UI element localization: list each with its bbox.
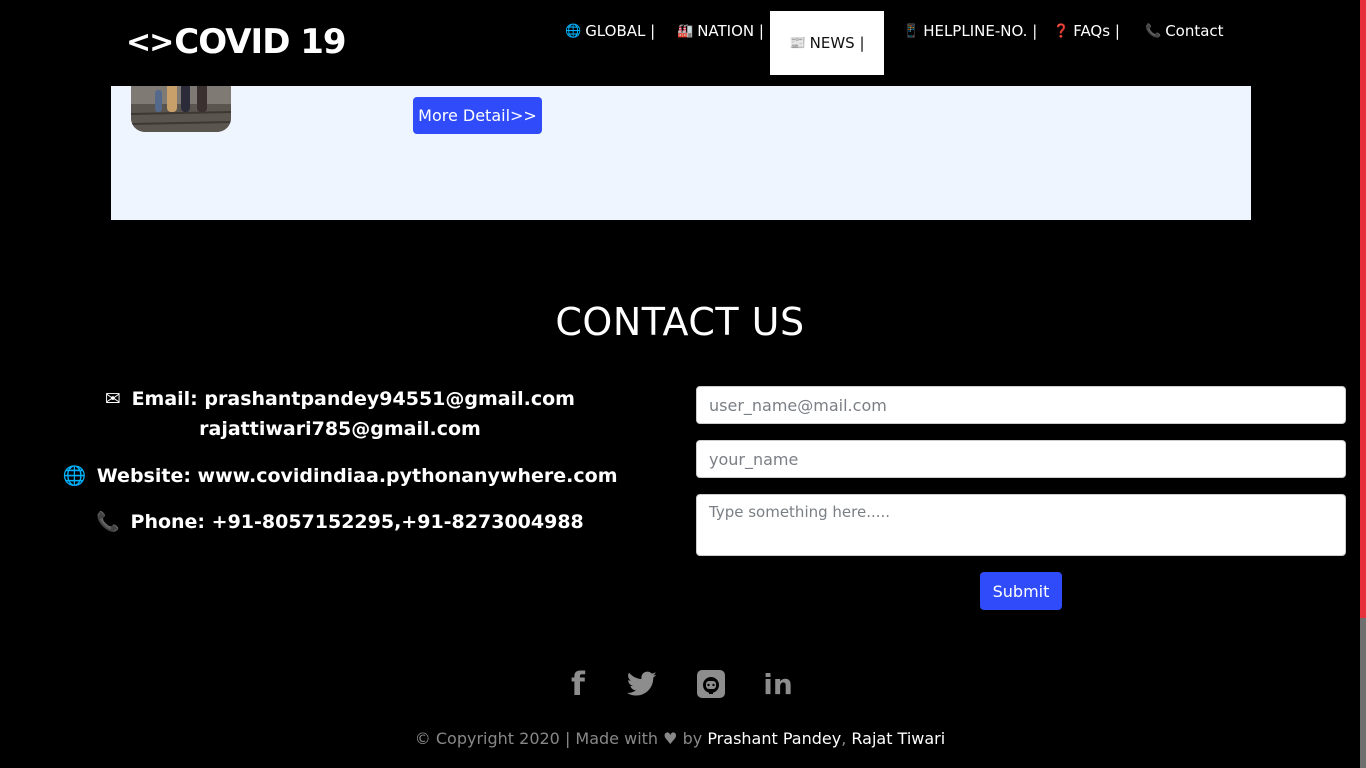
newspaper-icon: 📰 — [789, 35, 806, 51]
nav-label: HELPLINE-NO. | — [923, 22, 1038, 40]
website-info: 🌐 Website: www.covidindiaa.pythonanywher… — [40, 464, 640, 487]
nav-item-contact[interactable]: 📞 Contact — [1145, 20, 1224, 42]
author-link-rajat[interactable]: Rajat Tiwari — [851, 729, 945, 748]
phone-icon: 📞 — [96, 511, 120, 533]
website-text: Website: www.covidindiaa.pythonanywhere.… — [96, 465, 618, 487]
phone-text: Phone: +91-8057152295,+91-8273004988 — [130, 511, 584, 533]
navbar: <> COVID 19 🌐 GLOBAL | 🏭 NATION | 📰 NEWS… — [0, 0, 1360, 86]
news-card: More Detail>> — [111, 74, 1251, 220]
by-text: by — [682, 729, 703, 748]
phone-info: 📞 Phone: +91-8057152295,+91-8273004988 — [40, 510, 640, 533]
nav-label: NEWS | — [809, 34, 865, 52]
brand-title: COVID 19 — [174, 22, 346, 62]
contact-title: CONTACT US — [555, 300, 805, 344]
facebook-icon[interactable]: f — [566, 665, 590, 703]
heart-icon: ♥ — [663, 729, 678, 748]
nav-item-nation[interactable]: 🏭 NATION | — [677, 20, 764, 42]
nav-item-news[interactable]: 📰 NEWS | — [770, 11, 884, 75]
email-field[interactable] — [696, 386, 1346, 424]
globe-icon: 🌐 — [62, 465, 87, 487]
brand-logo[interactable]: <> COVID 19 — [126, 18, 347, 66]
code-icon: <> — [126, 24, 174, 60]
nav-label: NATION | — [697, 22, 764, 40]
nav-item-faqs[interactable]: ❓ FAQs | — [1053, 20, 1120, 42]
name-field[interactable] — [696, 440, 1346, 478]
author-separator: , — [841, 729, 847, 748]
twitter-icon[interactable] — [626, 666, 658, 702]
mobile-icon: 📱 — [903, 23, 920, 39]
submit-button[interactable]: Submit — [980, 572, 1062, 610]
footer-copyright: © Copyright 2020 | Made with ♥ by Prasha… — [0, 729, 1360, 748]
linkedin-icon[interactable]: in — [762, 666, 794, 702]
nav-item-global[interactable]: 🌐 GLOBAL | — [565, 20, 655, 42]
email-secondary: rajattiwari785@gmail.com — [199, 418, 481, 440]
industry-icon: 🏭 — [677, 23, 694, 39]
nav-item-helpline[interactable]: 📱 HELPLINE-NO. | — [903, 20, 1037, 42]
scrollbar-thumb[interactable] — [1360, 618, 1366, 768]
globe-icon: 🌐 — [565, 23, 582, 39]
more-detail-button[interactable]: More Detail>> — [413, 97, 542, 134]
message-field[interactable] — [696, 494, 1346, 556]
nav-label: FAQs | — [1073, 22, 1120, 40]
github-icon[interactable] — [696, 666, 726, 702]
nav-label: GLOBAL | — [585, 22, 656, 40]
email-text: Email: prashantpandey94551@gmail.com — [131, 388, 575, 410]
phone-icon: 📞 — [1145, 23, 1162, 39]
author-link-prashant[interactable]: Prashant Pandey — [707, 729, 841, 748]
question-circle-icon: ❓ — [1053, 23, 1070, 39]
copyright-text: © Copyright 2020 | Made with — [414, 729, 659, 748]
envelope-icon: ✉ — [105, 388, 121, 410]
nav-label: Contact — [1165, 22, 1224, 40]
email-info: ✉ Email: prashantpandey94551@gmail.com — [40, 388, 640, 410]
